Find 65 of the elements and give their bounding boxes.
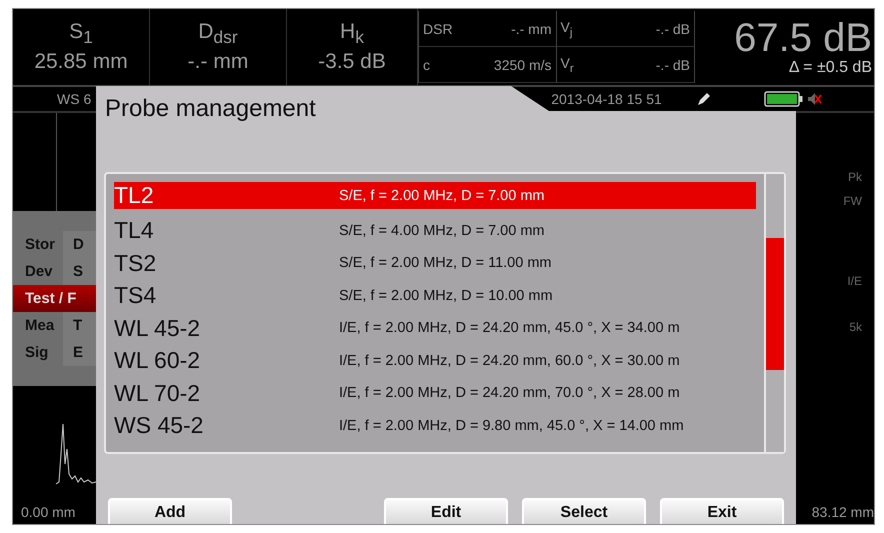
reading-label: H$_{k}$ bbox=[340, 20, 364, 48]
menu-item[interactable]: Mea bbox=[13, 312, 63, 339]
probe-name: TL4 bbox=[114, 217, 155, 244]
axis-end-label: 83.12 mm bbox=[810, 504, 874, 522]
pen-icon bbox=[696, 91, 712, 107]
probe-description: S/E, f = 2.00 MHz, D = 7.00 mm bbox=[339, 188, 544, 204]
probe-name: WL 70-2 bbox=[114, 380, 202, 407]
probe-row[interactable]: TS2 S/E, f = 2.00 MHz, D = 11.00 mm bbox=[114, 247, 756, 280]
probe-row[interactable]: WS 45-2 I/E, f = 2.00 MHz, D = 9.80 mm, 45.0 °, X = 14.00 mm bbox=[114, 410, 756, 442]
dialog-button[interactable]: Exit bbox=[660, 498, 784, 524]
probe-row[interactable]: TS4 S/E, f = 2.00 MHz, D = 10.00 mm bbox=[114, 280, 756, 312]
probe-description: S/E, f = 4.00 MHz, D = 7.00 mm bbox=[339, 222, 544, 239]
probe-name: TS2 bbox=[114, 250, 158, 277]
scrollbar-thumb[interactable] bbox=[766, 238, 784, 370]
reading-value: -3.5 dB bbox=[318, 50, 386, 74]
probe-name: TS4 bbox=[114, 282, 158, 310]
submenu-item[interactable]: S bbox=[63, 258, 96, 285]
probe-row[interactable]: WL 45-2 I/E, f = 2.00 MHz, D = 24.20 mm, 45.0 °, X = 34.00 m bbox=[114, 312, 756, 344]
date-time: 2013-04-18 15 51 bbox=[551, 91, 662, 107]
submenu-item[interactable]: T bbox=[63, 312, 96, 339]
probe-row[interactable]: WL 70-2 I/E, f = 2.00 MHz, D = 24.20 mm, 70.0 °, X = 28.00 m bbox=[114, 377, 756, 410]
reading-value: -.- mm bbox=[188, 50, 248, 74]
parameter-label: DSR bbox=[423, 20, 453, 36]
menu-item[interactable]: Test / F bbox=[13, 285, 96, 312]
probe-description: S/E, f = 2.00 MHz, D = 11.00 mm bbox=[339, 255, 552, 272]
menu-item[interactable]: Stor bbox=[13, 231, 63, 258]
probe-description: I/E, f = 2.00 MHz, D = 24.20 mm, 60.0 °, X = 30.00 m bbox=[339, 352, 680, 369]
reading-label: D$_{dsr}$ bbox=[198, 20, 238, 48]
reading-value: 25.85 mm bbox=[34, 50, 128, 74]
probe-description: S/E, f = 2.00 MHz, D = 10.00 mm bbox=[339, 288, 553, 304]
scope-label: I/E bbox=[847, 274, 862, 288]
gain-step: Δ = ±0.5 dB bbox=[788, 59, 872, 77]
parameter-value: -.- dB bbox=[656, 56, 690, 72]
submenu-item[interactable]: E bbox=[63, 339, 96, 366]
submenu-item[interactable]: D bbox=[63, 231, 96, 258]
dialog-title: Probe management bbox=[105, 95, 316, 122]
scope-label: 5k bbox=[849, 320, 862, 334]
probe-row[interactable]: WL 60-2 I/E, f = 2.00 MHz, D = 24.20 mm, 60.0 °, X = 30.00 m bbox=[114, 344, 756, 377]
parameter-value: -.- dB bbox=[656, 20, 690, 36]
dialog-button[interactable]: Select bbox=[522, 498, 646, 524]
probe-name: WS 45-2 bbox=[114, 412, 204, 440]
probe-row[interactable]: TL2 S/E, f = 2.00 MHz, D = 7.00 mm bbox=[114, 182, 756, 209]
probe-label: WS 6 bbox=[57, 91, 92, 107]
probe-row[interactable]: TL4 S/E, f = 4.00 MHz, D = 7.00 mm bbox=[114, 214, 756, 247]
scope-label: FW bbox=[843, 194, 862, 208]
dialog-button[interactable]: Edit bbox=[384, 498, 508, 524]
parameter-label: c bbox=[423, 56, 430, 72]
scope-label: Pk bbox=[848, 170, 862, 184]
reading-label: S$_{1}$ bbox=[69, 20, 93, 48]
menu-item[interactable]: Dev bbox=[13, 258, 63, 285]
probe-description: I/E, f = 2.00 MHz, D = 9.80 mm, 45.0 °, X = 14.00 mm bbox=[339, 418, 684, 434]
probe-name: TL2 bbox=[114, 182, 155, 209]
probe-description: I/E, f = 2.00 MHz, D = 24.20 mm, 70.0 °, X = 28.00 m bbox=[339, 385, 680, 402]
probe-description: I/E, f = 2.00 MHz, D = 24.20 mm, 45.0 °, X = 34.00 m bbox=[339, 320, 680, 336]
parameter-label: V$_{r}$ bbox=[560, 54, 574, 74]
battery-icon bbox=[764, 91, 804, 107]
parameter-value: -.- mm bbox=[511, 20, 552, 36]
menu-item[interactable]: Sig bbox=[13, 339, 63, 366]
dialog-button[interactable]: Add bbox=[108, 498, 232, 524]
parameter-label: V$_{j}$ bbox=[560, 18, 572, 38]
probe-name: WL 45-2 bbox=[114, 314, 202, 342]
probe-name: WL 60-2 bbox=[114, 347, 202, 374]
gain-value: 67.5 dB bbox=[734, 17, 872, 59]
axis-start-label: 0.00 mm bbox=[20, 504, 76, 520]
parameter-value: 3250 m/s bbox=[494, 56, 552, 72]
